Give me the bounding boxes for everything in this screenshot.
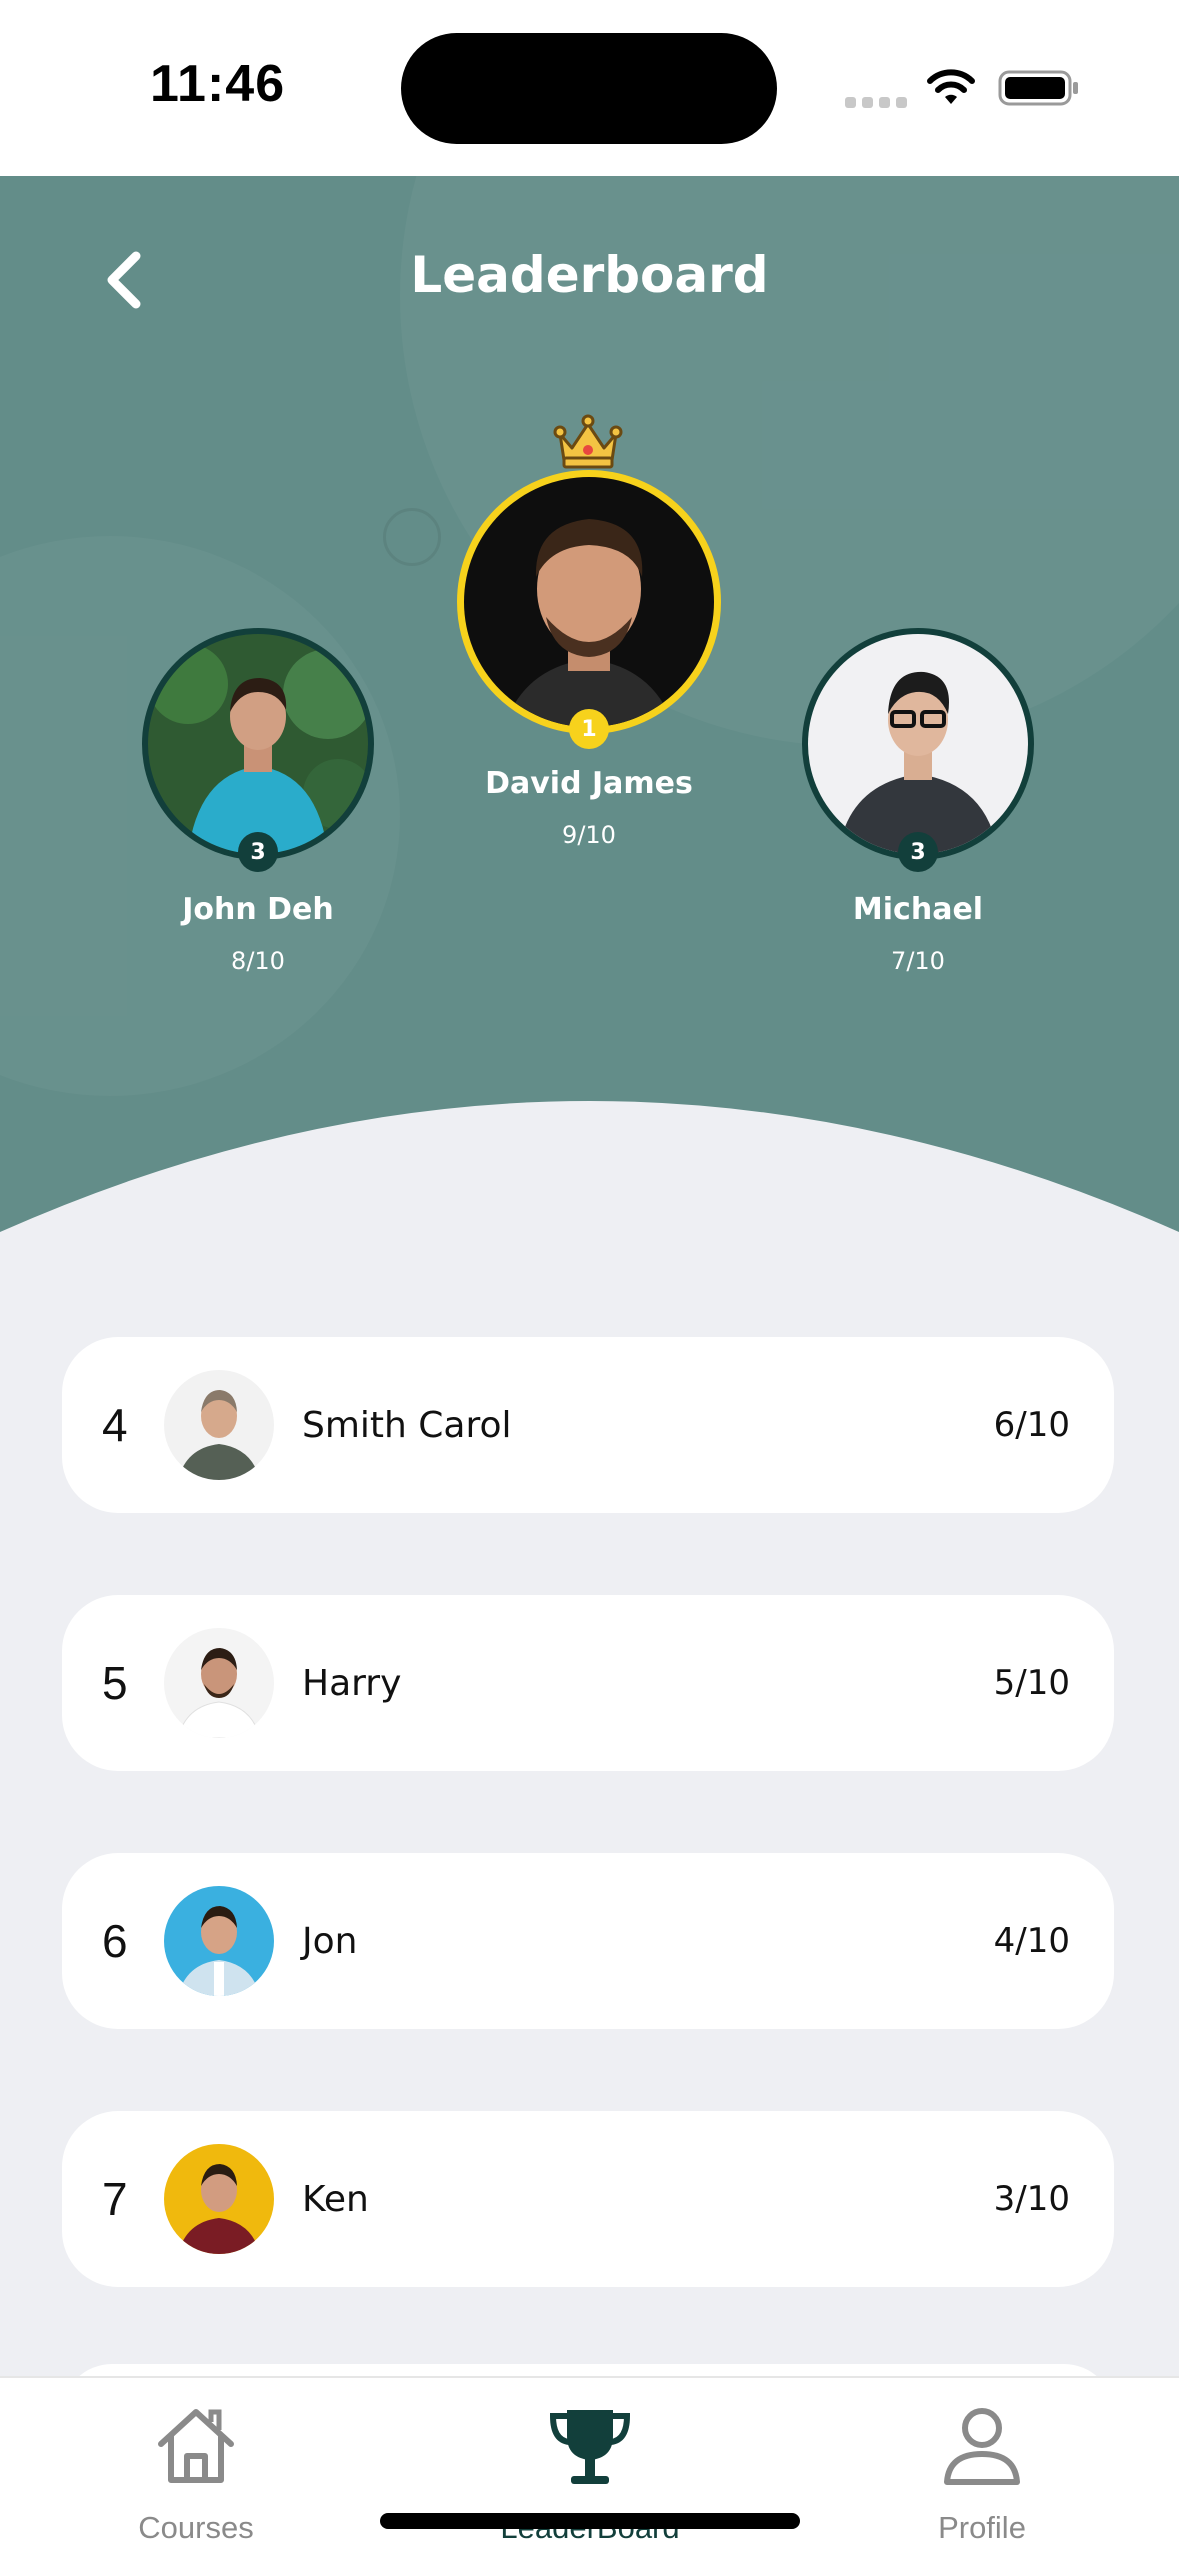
avatar bbox=[164, 2144, 274, 2254]
cellular-signal-icon bbox=[845, 97, 907, 108]
row-name: Ken bbox=[302, 2178, 369, 2220]
tab-courses[interactable]: Courses bbox=[66, 2378, 326, 2556]
home-indicator[interactable] bbox=[380, 2513, 800, 2529]
avatar bbox=[164, 1886, 274, 1996]
tab-leaderboard[interactable]: LeaderBoard bbox=[460, 2378, 720, 2556]
decorative-ring bbox=[383, 508, 441, 566]
crown-icon bbox=[553, 414, 623, 469]
tab-label: Profile bbox=[938, 2510, 1026, 2545]
podium-third[interactable]: 3 Michael 7/10 bbox=[788, 628, 1048, 975]
dynamic-island bbox=[401, 33, 777, 144]
podium-first-score: 9/10 bbox=[562, 821, 616, 849]
row-score: 5/10 bbox=[993, 1663, 1070, 1703]
avatar bbox=[164, 1370, 274, 1480]
rank-badge: 3 bbox=[898, 832, 938, 872]
row-score: 6/10 bbox=[993, 1405, 1070, 1445]
row-name: Harry bbox=[302, 1662, 402, 1704]
list-item[interactable]: 6 Jon 4/10 bbox=[62, 1853, 1114, 2029]
list-item[interactable]: 5 Harry 5/10 bbox=[62, 1595, 1114, 1771]
person-icon bbox=[944, 2408, 1020, 2485]
avatar: 1 bbox=[457, 470, 721, 749]
list-item[interactable]: 4 Smith Carol 6/10 bbox=[62, 1337, 1114, 1513]
home-icon bbox=[158, 2409, 234, 2483]
tab-label: Courses bbox=[138, 2510, 254, 2545]
tab-bar: Courses LeaderBoard Profile bbox=[0, 2376, 1179, 2556]
row-name: Smith Carol bbox=[302, 1404, 512, 1446]
row-rank: 6 bbox=[102, 1915, 128, 1967]
rank-badge: 3 bbox=[238, 832, 278, 872]
curved-divider bbox=[0, 1101, 1179, 1320]
trophy-icon bbox=[549, 2410, 631, 2484]
tab-profile[interactable]: Profile bbox=[852, 2378, 1112, 2556]
portrait-image bbox=[808, 634, 1028, 854]
battery-icon bbox=[998, 70, 1078, 106]
podium-third-score: 7/10 bbox=[891, 947, 945, 975]
portrait-image bbox=[464, 477, 714, 727]
portrait-image bbox=[148, 634, 368, 854]
status-bar: 11:46 bbox=[0, 0, 1179, 176]
podium-first[interactable]: 1 David James 9/10 bbox=[434, 470, 744, 849]
podium-second[interactable]: 3 John Deh 8/10 bbox=[128, 628, 388, 975]
status-time: 11:46 bbox=[150, 55, 286, 113]
podium-second-score: 8/10 bbox=[231, 947, 285, 975]
podium-third-name: Michael bbox=[852, 892, 984, 927]
avatar: 3 bbox=[142, 628, 374, 872]
row-rank: 5 bbox=[102, 1657, 128, 1709]
row-score: 4/10 bbox=[993, 1921, 1070, 1961]
row-rank: 7 bbox=[102, 2173, 128, 2225]
row-score: 3/10 bbox=[993, 2179, 1070, 2219]
list-item[interactable]: 7 Ken 3/10 bbox=[62, 2111, 1114, 2287]
row-name: Jon bbox=[302, 1920, 358, 1962]
avatar: 3 bbox=[802, 628, 1034, 872]
page-title: Leaderboard bbox=[410, 246, 769, 304]
podium-first-name: David James bbox=[485, 766, 693, 801]
avatar bbox=[164, 1628, 274, 1738]
rank-badge: 1 bbox=[569, 709, 609, 749]
row-rank: 4 bbox=[102, 1399, 128, 1451]
wifi-icon bbox=[927, 69, 975, 104]
podium-second-name: John Deh bbox=[182, 892, 334, 927]
